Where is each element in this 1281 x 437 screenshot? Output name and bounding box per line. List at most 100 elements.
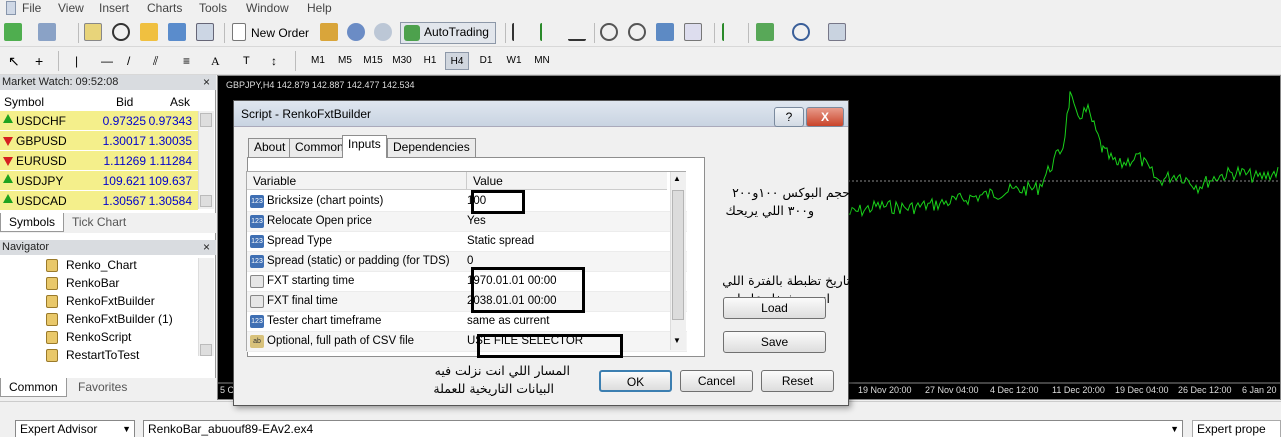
col-ask[interactable]: Ask — [170, 95, 190, 109]
app-menu-icon[interactable] — [6, 1, 16, 15]
crosshair-tool-icon[interactable]: + — [32, 50, 46, 72]
signals-icon[interactable] — [374, 23, 392, 41]
navigator-item[interactable]: Renko_Chart — [66, 258, 137, 272]
dialog-title-bar[interactable]: Script - RenkoFxtBuilder ? X — [234, 101, 848, 127]
col-value[interactable]: Value — [467, 172, 667, 190]
terminal-icon[interactable] — [168, 23, 186, 41]
text-label-icon[interactable]: T — [240, 50, 253, 72]
profiles-icon[interactable] — [38, 23, 56, 41]
load-button[interactable]: Load — [723, 297, 826, 319]
cancel-button[interactable]: Cancel — [680, 370, 753, 392]
tab-common[interactable]: Common — [289, 138, 350, 157]
col-symbol[interactable]: Symbol — [4, 95, 44, 109]
navigator-item[interactable]: RestartToTest — [66, 348, 139, 362]
inputs-scrollbar[interactable]: ▲ ▼ — [670, 172, 686, 350]
input-row[interactable]: 123 Relocate Open price Yes — [247, 212, 687, 232]
market-watch-row[interactable]: USDCAD 1.30567 1.30584 — [0, 191, 198, 211]
vertical-line-icon[interactable]: | — [72, 50, 81, 72]
reset-button[interactable]: Reset — [761, 370, 834, 392]
menu-window[interactable]: Window — [246, 1, 289, 15]
tab-dependencies[interactable]: Dependencies — [387, 138, 476, 157]
input-value[interactable]: Yes — [467, 215, 486, 227]
channel-icon[interactable]: ⫽ — [150, 50, 161, 72]
market-watch-row[interactable]: USDCHF 0.97325 0.97343 — [0, 111, 198, 131]
market-watch-row[interactable]: GBPUSD 1.30017 1.30035 — [0, 131, 198, 151]
new-order-button[interactable]: New Order — [248, 22, 312, 44]
tf-h1[interactable]: H1 — [418, 52, 442, 70]
tf-h4[interactable]: H4 — [445, 52, 469, 70]
new-order-icon[interactable] — [232, 23, 246, 41]
tile-windows-icon[interactable] — [656, 23, 674, 41]
menu-tools[interactable]: Tools — [199, 1, 227, 15]
market-watch-row[interactable]: USDJPY 109.621 109.637 — [0, 171, 198, 191]
cursor-icon[interactable]: ↖ — [5, 50, 23, 72]
community-icon[interactable] — [347, 23, 365, 41]
tab-about[interactable]: About — [248, 138, 292, 157]
menu-charts[interactable]: Charts — [147, 1, 182, 15]
tab-symbols[interactable]: Symbols — [0, 213, 65, 232]
close-icon[interactable]: × — [203, 75, 210, 90]
tab-tick-chart[interactable]: Tick Chart — [64, 213, 134, 232]
navigator-icon[interactable] — [140, 23, 158, 41]
input-row[interactable]: FXT final time 2038.01.01 00:00 — [247, 292, 687, 312]
input-value[interactable]: 0 — [467, 255, 473, 267]
input-row[interactable]: 123 Tester chart timeframe same as current — [247, 312, 687, 332]
menu-view[interactable]: View — [58, 1, 84, 15]
menu-insert[interactable]: Insert — [99, 1, 129, 15]
market-watch-row[interactable]: EURUSD 1.11269 1.11284 — [0, 151, 198, 171]
navigator-item[interactable]: RenkoFxtBuilder (1) — [66, 312, 173, 326]
col-bid[interactable]: Bid — [116, 95, 133, 109]
fibonacci-icon[interactable]: ≡ — [180, 50, 193, 72]
arrows-icon[interactable]: ↕ — [268, 50, 280, 72]
horizontal-line-icon[interactable]: — — [98, 50, 116, 72]
navigator-scrollbar[interactable] — [198, 258, 214, 356]
tf-m30[interactable]: M30 — [390, 52, 414, 70]
ok-button[interactable]: OK — [599, 370, 672, 392]
tf-m15[interactable]: M15 — [361, 52, 385, 70]
program-type-select[interactable]: Expert Advisor ▼ — [15, 420, 135, 437]
program-select[interactable]: RenkoBar_abuouf89-EAv2.ex4 ▼ — [143, 420, 1183, 437]
input-row[interactable]: 123 Spread Type Static spread — [247, 232, 687, 252]
close-button[interactable]: X — [806, 107, 844, 127]
tab-favorites[interactable]: Favorites — [70, 378, 135, 397]
line-chart-icon[interactable] — [568, 23, 586, 41]
navigator-item[interactable]: RenkoFxtBuilder — [66, 294, 155, 308]
zoom-in-icon[interactable] — [600, 23, 618, 41]
menu-file[interactable]: File — [22, 1, 41, 15]
strategy-tester-icon[interactable] — [196, 23, 214, 41]
expert-properties-button[interactable]: Expert prope — [1192, 420, 1281, 437]
new-chart-icon[interactable] — [4, 23, 22, 41]
candlestick-icon[interactable] — [540, 23, 558, 41]
help-button[interactable]: ? — [774, 107, 804, 127]
indicators-icon[interactable] — [756, 23, 774, 41]
navigator-item[interactable]: RenkoScript — [66, 330, 131, 344]
periods-icon[interactable] — [792, 23, 810, 41]
bar-chart-icon[interactable] — [512, 23, 530, 41]
chart-shift-icon[interactable] — [722, 23, 740, 41]
tab-common[interactable]: Common — [0, 378, 67, 397]
autoscroll-icon[interactable] — [684, 23, 702, 41]
market-watch-scrollbar[interactable] — [198, 111, 214, 209]
input-row[interactable]: 123 Bricksize (chart points) 100 — [247, 192, 687, 212]
close-icon[interactable]: × — [203, 240, 210, 255]
trendline-icon[interactable]: / — [124, 50, 133, 72]
save-button[interactable]: Save — [723, 331, 826, 353]
zoom-out-icon[interactable] — [628, 23, 646, 41]
autotrading-button[interactable]: AutoTrading — [400, 22, 496, 44]
text-tool-icon[interactable]: A — [208, 50, 223, 72]
input-row[interactable]: 123 Spread (static) or padding (for TDS) 0 — [247, 252, 687, 272]
tf-w1[interactable]: W1 — [502, 52, 526, 70]
market-watch-icon[interactable] — [84, 23, 102, 41]
tf-d1[interactable]: D1 — [474, 52, 498, 70]
metaeditor-icon[interactable] — [320, 23, 338, 41]
input-row[interactable]: FXT starting time 1970.01.01 00:00 — [247, 272, 687, 292]
tab-inputs[interactable]: Inputs — [342, 135, 387, 158]
templates-icon[interactable] — [828, 23, 846, 41]
menu-help[interactable]: Help — [307, 1, 332, 15]
col-variable[interactable]: Variable — [247, 172, 467, 190]
input-value[interactable]: Static spread — [467, 235, 534, 247]
input-value[interactable]: same as current — [467, 315, 549, 327]
tf-mn[interactable]: MN — [530, 52, 554, 70]
tf-m5[interactable]: M5 — [333, 52, 357, 70]
navigator-item[interactable]: RenkoBar — [66, 276, 119, 290]
